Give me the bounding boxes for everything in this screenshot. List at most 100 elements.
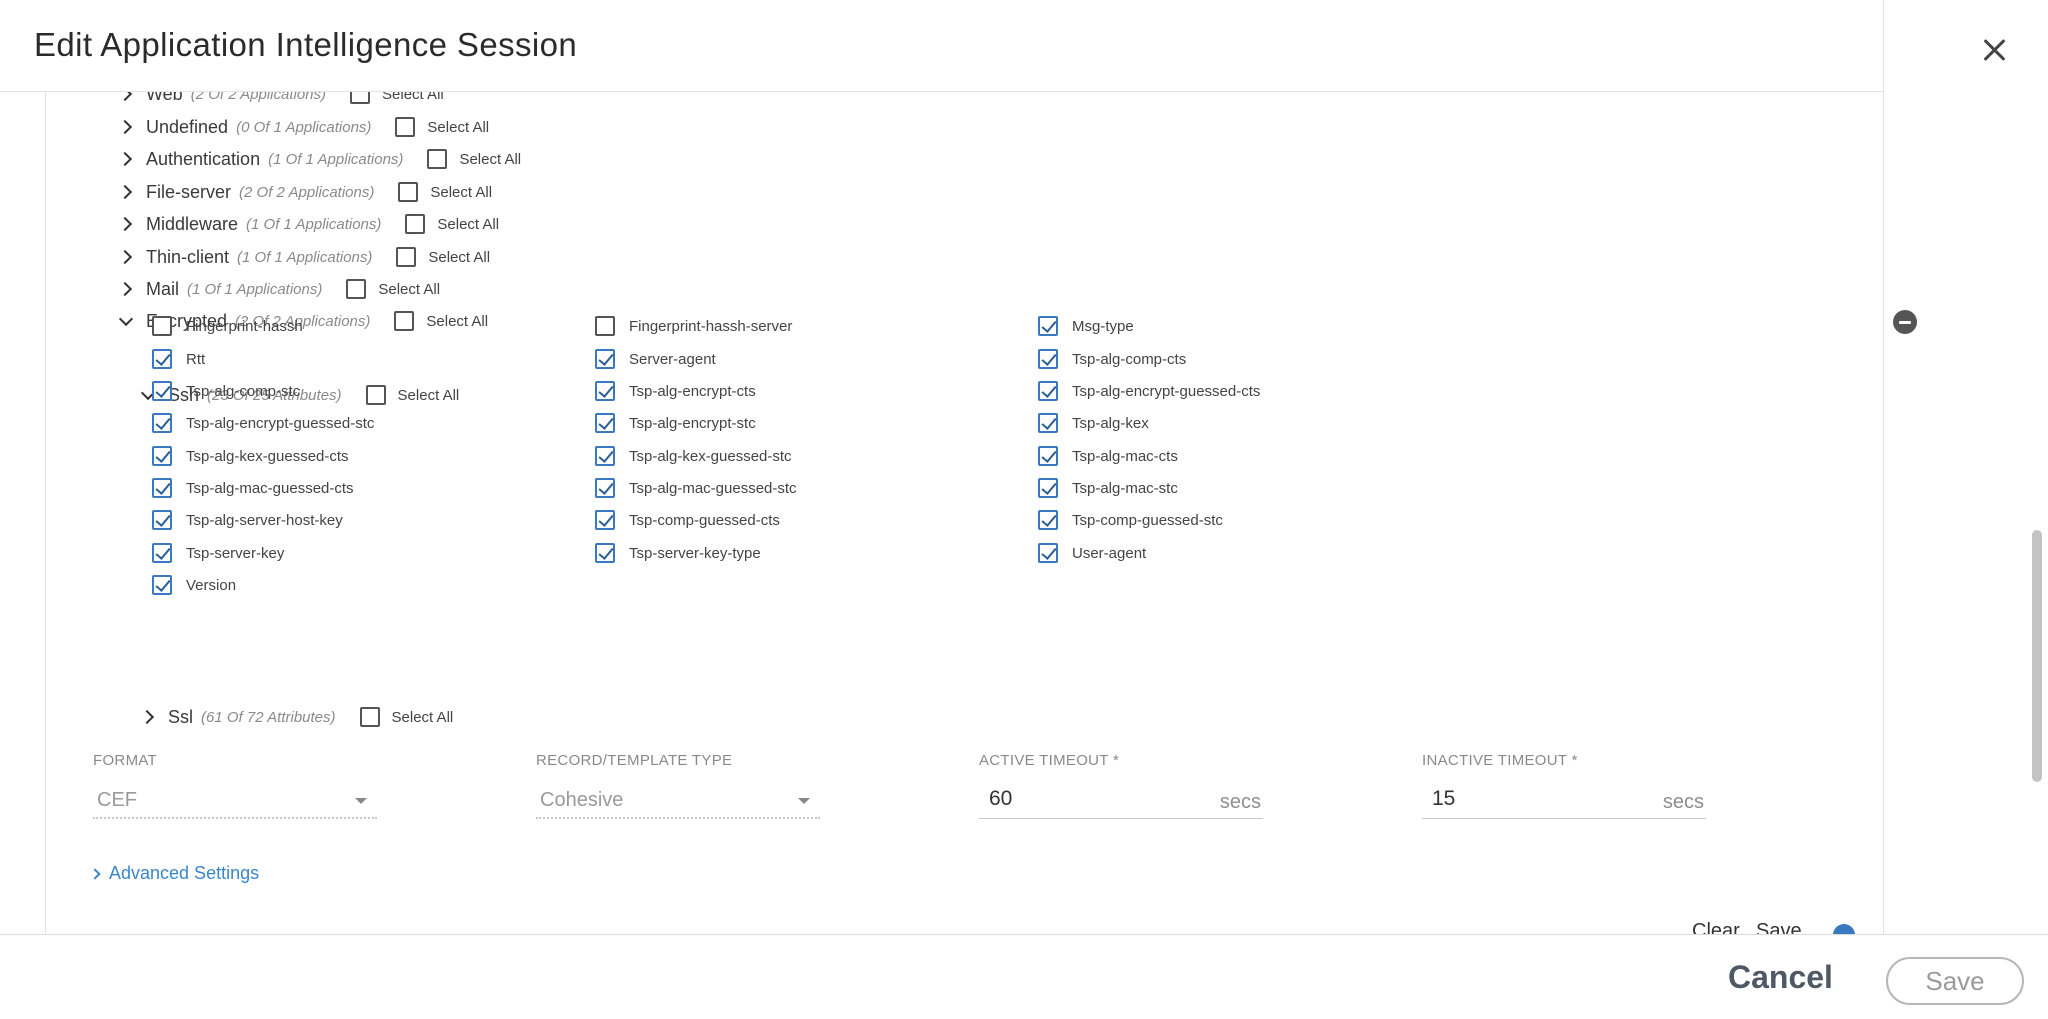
attribute-item[interactable]: Tsp-alg-encrypt-guessed-stc [152,411,374,435]
close-icon[interactable] [1976,32,2012,68]
checkbox[interactable] [595,413,615,433]
inactive-timeout-input[interactable]: 15 [1432,787,1455,811]
checkbox[interactable] [1038,381,1058,401]
attribute-item[interactable]: Rtt [152,347,205,371]
checkbox[interactable] [346,279,367,299]
checkbox[interactable] [152,381,172,401]
category-name: File-server [146,181,232,202]
attribute-label: Tsp-server-key [186,544,285,562]
checkbox[interactable] [595,446,615,466]
scrollbar-track[interactable] [2030,92,2048,934]
category-select-all[interactable]: Select All [427,149,521,169]
inactive-timeout-field[interactable]: 15 secs [1422,781,1706,819]
checkbox[interactable] [396,247,417,267]
checkbox[interactable] [152,575,172,595]
attribute-item[interactable]: Tsp-comp-guessed-cts [595,508,780,532]
chevron-right-icon[interactable] [118,216,134,232]
category-select-all[interactable]: Select All [398,182,492,202]
checkbox[interactable] [1038,510,1058,530]
save-button[interactable]: Save [1886,957,2024,1005]
attribute-item[interactable]: User-agent [1038,541,1146,565]
checkbox[interactable] [405,214,426,234]
ssl-select-all[interactable]: Select All [359,707,453,727]
advanced-settings-link[interactable]: Advanced Settings [91,863,259,884]
info-icon[interactable] [1833,924,1855,934]
chevron-right-icon[interactable] [118,281,134,297]
attribute-item[interactable]: Tsp-alg-kex [1038,411,1149,435]
attribute-item[interactable]: Fingerprint-hassh-server [595,314,792,338]
chevron-right-icon[interactable] [140,709,156,725]
checkbox[interactable] [152,413,172,433]
checkbox[interactable] [152,446,172,466]
format-select[interactable]: CEF [93,783,377,819]
clear-link[interactable]: Clear [1692,920,1740,934]
checkbox[interactable] [595,349,615,369]
attribute-item[interactable]: Tsp-alg-server-host-key [152,508,343,532]
attribute-item[interactable]: Tsp-alg-comp-cts [1038,347,1186,371]
checkbox[interactable] [365,385,386,405]
attribute-item[interactable]: Tsp-alg-mac-stc [1038,476,1178,500]
attribute-item[interactable]: Tsp-alg-comp-stc [152,379,300,403]
checkbox[interactable] [1038,446,1058,466]
scrollbar-thumb[interactable] [2032,530,2042,782]
record-type-select[interactable]: Cohesive [536,783,820,819]
active-timeout-field[interactable]: 60 secs [979,781,1263,819]
attribute-item[interactable]: Server-agent [595,347,716,371]
checkbox[interactable] [152,349,172,369]
category-select-all[interactable]: Select All [350,92,444,104]
format-label: FORMAT [93,752,158,769]
checkbox[interactable] [152,316,172,336]
attribute-item[interactable]: Tsp-alg-mac-guessed-cts [152,476,354,500]
checkbox[interactable] [1038,478,1058,498]
checkbox[interactable] [152,478,172,498]
cancel-button[interactable]: Cancel [1728,959,1833,996]
attribute-item[interactable]: Tsp-comp-guessed-stc [1038,508,1223,532]
ssh-select-all[interactable]: Select All [365,385,459,405]
checkbox[interactable] [152,543,172,563]
checkbox[interactable] [350,92,371,104]
chevron-right-icon[interactable] [118,249,134,265]
category-select-all[interactable]: Select All [346,279,440,299]
attribute-item[interactable]: Fingerprint-hassh [152,314,303,338]
checkbox[interactable] [427,149,448,169]
attribute-item[interactable]: Tsp-alg-mac-guessed-stc [595,476,797,500]
active-timeout-input[interactable]: 60 [989,787,1012,811]
attribute-item[interactable]: Version [152,573,236,597]
attribute-item[interactable]: Tsp-alg-kex-guessed-stc [595,444,792,468]
category-count: (1 Of 1 Applications) [237,248,373,266]
attribute-item[interactable]: Tsp-alg-mac-cts [1038,444,1178,468]
category-select-all[interactable]: Select All [394,311,488,331]
category-select-all[interactable]: Select All [405,214,499,234]
category-select-all[interactable]: Select All [396,247,490,267]
checkbox[interactable] [1038,543,1058,563]
checkbox[interactable] [1038,316,1058,336]
checkbox[interactable] [595,381,615,401]
chevron-down-icon[interactable] [118,313,134,329]
checkbox[interactable] [359,707,380,727]
attribute-item[interactable]: Msg-type [1038,314,1134,338]
inactive-timeout-label: INACTIVE TIMEOUT * [1422,752,1578,769]
checkbox[interactable] [595,316,615,336]
attribute-item[interactable]: Tsp-alg-encrypt-stc [595,411,756,435]
save-link[interactable]: Save [1756,920,1802,934]
checkbox[interactable] [152,510,172,530]
chevron-right-icon[interactable] [118,151,134,167]
attribute-item[interactable]: Tsp-server-key [152,541,284,565]
checkbox[interactable] [595,478,615,498]
checkbox[interactable] [1038,349,1058,369]
category-select-all[interactable]: Select All [395,117,489,137]
checkbox[interactable] [395,117,416,137]
chevron-right-icon[interactable] [118,119,134,135]
attribute-item[interactable]: Tsp-alg-encrypt-cts [595,379,756,403]
remove-icon[interactable] [1893,310,1917,334]
checkbox[interactable] [595,543,615,563]
chevron-right-icon[interactable] [118,92,134,102]
checkbox[interactable] [394,311,415,331]
checkbox[interactable] [398,182,419,202]
chevron-right-icon[interactable] [118,184,134,200]
checkbox[interactable] [1038,413,1058,433]
attribute-item[interactable]: Tsp-server-key-type [595,541,761,565]
checkbox[interactable] [595,510,615,530]
attribute-item[interactable]: Tsp-alg-kex-guessed-cts [152,444,349,468]
attribute-item[interactable]: Tsp-alg-encrypt-guessed-cts [1038,379,1260,403]
